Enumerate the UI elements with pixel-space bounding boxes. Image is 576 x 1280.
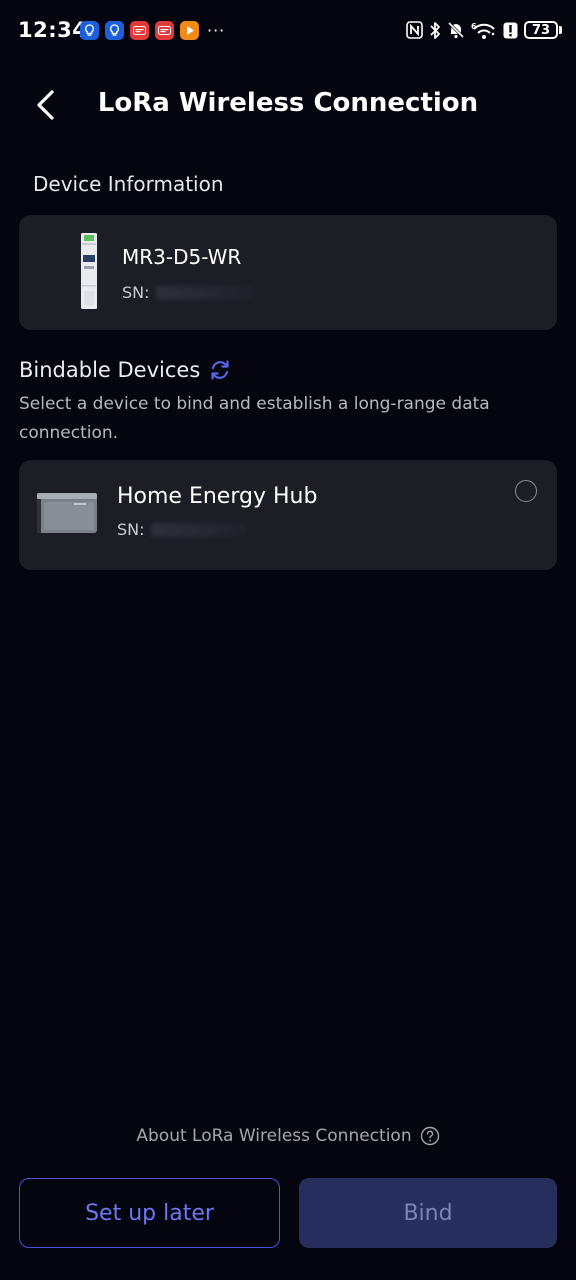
help-circle-icon <box>420 1126 440 1146</box>
meter-device-image <box>79 233 99 309</box>
bind-button[interactable]: Bind <box>299 1178 557 1248</box>
notification-icons: ··· <box>80 21 225 40</box>
sn-redacted <box>150 522 247 537</box>
wifi-6-icon: 6 <box>471 19 497 41</box>
energy-hub-image <box>36 490 98 536</box>
battery-tip <box>559 26 562 34</box>
device-sn-label: SN: <box>122 283 150 302</box>
alert-icon <box>503 19 518 41</box>
bindable-description: Select a device to bind and establish a … <box>19 394 490 443</box>
page-title: LoRa Wireless Connection <box>97 88 479 118</box>
more-notifications-icon: ··· <box>207 21 226 40</box>
bindable-devices-title: Bindable Devices <box>19 358 201 382</box>
battery-indicator: 73 <box>524 21 562 39</box>
system-icons: 6 73 <box>406 19 562 41</box>
play-icon <box>180 21 199 40</box>
bindable-devices-heading: Bindable Devices <box>19 358 232 382</box>
battery-level: 73 <box>524 21 558 39</box>
mute-bell-icon <box>447 19 465 41</box>
about-lora-link[interactable]: About LoRa Wireless Connection <box>0 1126 576 1146</box>
bluetooth-icon <box>429 19 441 41</box>
about-lora-label: About LoRa Wireless Connection <box>136 1126 412 1146</box>
nfc-icon <box>406 19 423 41</box>
device-name: MR3-D5-WR <box>122 245 242 269</box>
status-bar: 12:34 ··· 6 73 <box>0 0 576 64</box>
news-app-icon <box>155 21 174 40</box>
idea-bulb-icon <box>105 21 124 40</box>
bindable-device-item[interactable]: Home Energy Hub SN: <box>19 460 557 570</box>
lora-connection-screen: 12:34 ··· 6 73 LoRa Wireless Connection … <box>0 0 576 1280</box>
hub-sn: SN: <box>117 520 247 539</box>
refresh-icon[interactable] <box>208 358 232 382</box>
status-time: 12:34 <box>18 18 88 42</box>
idea-bulb-icon <box>80 21 99 40</box>
select-radio[interactable] <box>515 480 537 502</box>
set-up-later-button[interactable]: Set up later <box>19 1178 280 1248</box>
device-info-label: Device Information <box>33 172 224 196</box>
sn-redacted <box>155 285 252 300</box>
news-app-icon <box>130 21 149 40</box>
device-sn: SN: <box>122 283 252 302</box>
hub-name: Home Energy Hub <box>117 484 318 509</box>
device-info-card: MR3-D5-WR SN: <box>19 215 557 330</box>
hub-sn-label: SN: <box>117 520 145 539</box>
